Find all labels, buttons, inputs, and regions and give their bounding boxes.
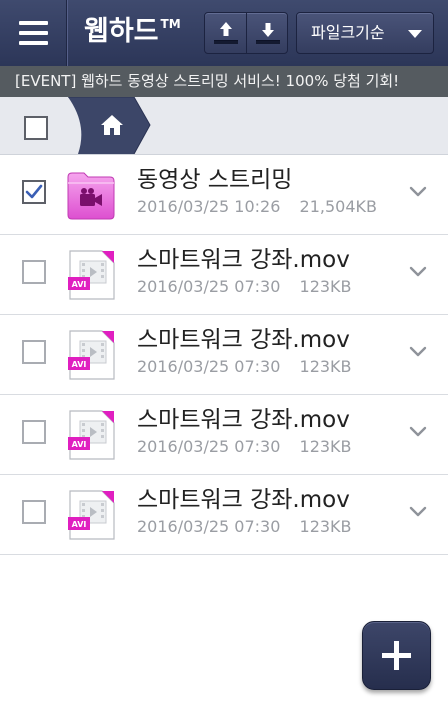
file-row[interactable]: 동영상 스트리밍 2016/03/25 10:26 21,504KB — [0, 155, 448, 235]
breadcrumb-home[interactable] — [68, 97, 156, 154]
caret-down-icon — [408, 30, 422, 38]
chevron-down-icon[interactable] — [408, 505, 428, 519]
avi-badge: AVI — [72, 440, 87, 449]
file-name: 스마트워크 강좌.mov — [137, 407, 350, 433]
chevron-down-icon[interactable] — [408, 425, 428, 439]
file-row[interactable]: AVI 스마트워크 강좌.mov 2016/03/25 07:30 123KB — [0, 315, 448, 395]
file-meta: 2016/03/25 10:26 21,504KB — [137, 197, 377, 217]
app-title-text: 웹하드 — [84, 16, 159, 47]
trademark-mark: TM — [160, 17, 181, 31]
file-date: 2016/03/25 07:30 — [137, 277, 281, 296]
chevron-down-icon[interactable] — [408, 265, 428, 279]
file-name: 스마트워크 강좌.mov — [137, 327, 350, 353]
file-size: 123KB — [299, 277, 352, 296]
event-banner[interactable]: [EVENT] 웹하드 동영상 스트리밍 서비스! 100% 당첨 기회! — [0, 66, 448, 97]
file-date: 2016/03/25 07:30 — [137, 437, 281, 456]
row-checkbox[interactable] — [22, 420, 46, 444]
breadcrumb-bar — [0, 97, 448, 155]
header-divider — [66, 0, 67, 66]
file-date: 2016/03/25 07:30 — [137, 517, 281, 536]
file-size: 123KB — [299, 517, 352, 536]
file-list: 동영상 스트리밍 2016/03/25 10:26 21,504KB AVI 스… — [0, 155, 448, 555]
file-size: 123KB — [299, 357, 352, 376]
download-arrow-icon — [256, 23, 280, 44]
file-meta: 2016/03/25 07:30 123KB — [137, 277, 352, 297]
file-meta: 2016/03/25 07:30 123KB — [137, 437, 352, 457]
row-checkbox[interactable] — [22, 180, 46, 204]
file-size: 123KB — [299, 437, 352, 456]
file-name: 스마트워크 강좌.mov — [137, 487, 350, 513]
avi-badge: AVI — [72, 360, 87, 369]
row-checkbox[interactable] — [22, 260, 46, 284]
file-name: 스마트워크 강좌.mov — [137, 247, 350, 273]
avi-badge: AVI — [72, 520, 87, 529]
file-size: 21,504KB — [299, 197, 377, 216]
avi-file-icon: AVI — [68, 330, 115, 380]
file-row[interactable]: AVI 스마트워크 강좌.mov 2016/03/25 07:30 123KB — [0, 395, 448, 475]
upload-button[interactable] — [205, 13, 246, 53]
file-date: 2016/03/25 07:30 — [137, 357, 281, 376]
event-banner-text: [EVENT] 웹하드 동영상 스트리밍 서비스! 100% 당첨 기회! — [15, 72, 400, 90]
file-row[interactable]: AVI 스마트워크 강좌.mov 2016/03/25 07:30 123KB — [0, 475, 448, 555]
chevron-down-icon[interactable] — [408, 345, 428, 359]
file-row[interactable]: AVI 스마트워크 강좌.mov 2016/03/25 07:30 123KB — [0, 235, 448, 315]
row-checkbox[interactable] — [22, 500, 46, 524]
upload-arrow-icon — [214, 22, 238, 44]
checkmark-icon — [25, 184, 43, 199]
app-root: 웹하드 TM 파일크기순 [EVENT] 웹하드 동영상 스트리밍 서비스! 1… — [0, 0, 448, 705]
avi-badge: AVI — [72, 280, 87, 289]
plus-icon — [382, 641, 411, 670]
add-button[interactable] — [362, 621, 431, 690]
avi-file-icon: AVI — [68, 410, 115, 460]
transfer-button-group — [204, 12, 288, 54]
app-title: 웹하드 TM — [84, 14, 181, 50]
file-name: 동영상 스트리밍 — [137, 167, 293, 193]
top-app-bar: 웹하드 TM 파일크기순 — [0, 0, 448, 66]
sort-dropdown-label: 파일크기순 — [311, 23, 385, 42]
avi-file-icon: AVI — [68, 490, 115, 540]
sort-dropdown[interactable]: 파일크기순 — [296, 12, 434, 54]
row-checkbox[interactable] — [22, 340, 46, 364]
home-icon — [101, 115, 123, 135]
menu-button[interactable] — [0, 0, 66, 66]
avi-file-icon: AVI — [68, 250, 115, 300]
file-meta: 2016/03/25 07:30 123KB — [137, 517, 352, 537]
chevron-down-icon[interactable] — [408, 185, 428, 199]
file-meta: 2016/03/25 07:30 123KB — [137, 357, 352, 377]
select-all-checkbox[interactable] — [24, 116, 48, 140]
video-folder-icon — [67, 172, 115, 220]
download-button[interactable] — [246, 13, 287, 53]
file-date: 2016/03/25 10:26 — [137, 197, 281, 216]
